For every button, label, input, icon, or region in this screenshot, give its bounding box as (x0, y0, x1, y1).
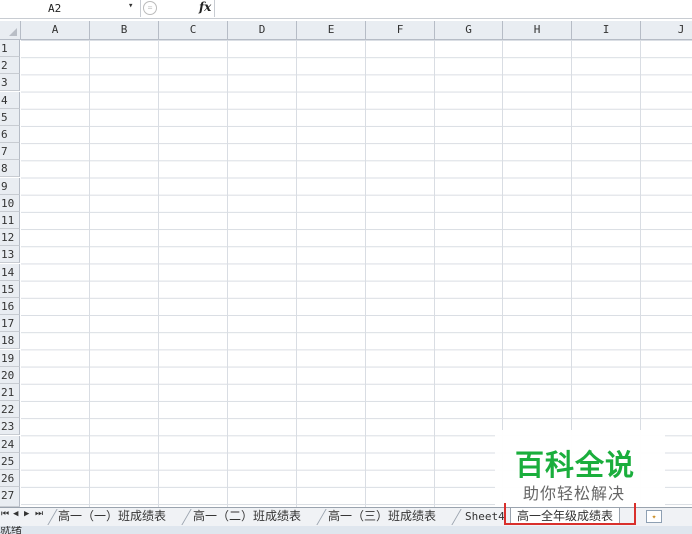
name-box-value[interactable]: A2 (48, 2, 61, 15)
row-header[interactable]: 20 (0, 366, 20, 384)
column-header-i[interactable]: I (572, 21, 641, 39)
watermark-logo: 百科全说 助你轻松解决 (495, 430, 665, 510)
formula-input[interactable] (215, 0, 692, 17)
row-header[interactable]: 27 (0, 487, 20, 507)
row-header[interactable]: 3 (0, 74, 20, 92)
row-header[interactable]: 18 (0, 332, 20, 350)
name-box[interactable]: A2 ▾ (0, 0, 141, 17)
column-header-h[interactable]: H (503, 21, 572, 39)
watermark-subtitle: 助你轻松解决 (523, 484, 626, 503)
tab-divider (316, 509, 327, 525)
row-header[interactable]: 11 (0, 212, 20, 229)
first-sheet-icon[interactable]: ⏮ (1, 509, 9, 519)
select-all-button[interactable] (0, 21, 21, 39)
row-header[interactable]: 23 (0, 418, 20, 436)
formula-bar: A2 ▾ = fx (0, 0, 692, 19)
grid-column-line (227, 40, 228, 507)
grid-column-line (434, 40, 435, 507)
row-header[interactable]: 24 (0, 435, 20, 453)
tab-sheet-class1[interactable]: 高一（一）班成绩表 (58, 508, 166, 525)
watermark-title: 百科全说 (515, 448, 636, 482)
grid-column-line (365, 40, 366, 507)
tab-divider (451, 509, 462, 525)
row-header[interactable]: 21 (0, 384, 20, 401)
tab-sheet4[interactable]: Sheet4 (465, 508, 505, 525)
row-header[interactable]: 4 (0, 91, 20, 109)
row-header[interactable]: 26 (0, 470, 20, 487)
insert-function-icon[interactable]: fx (199, 0, 211, 14)
row-header[interactable]: 19 (0, 349, 20, 367)
column-header-j[interactable]: J (641, 21, 692, 39)
column-header-c[interactable]: C (159, 21, 228, 39)
row-header[interactable]: 22 (0, 401, 20, 419)
row-header[interactable]: 9 (0, 177, 20, 195)
row-header[interactable]: 10 (0, 194, 20, 212)
column-header-e[interactable]: E (297, 21, 366, 39)
column-header-bar: A B C D E F G H I J (0, 21, 692, 40)
status-text: 就绪 (0, 526, 22, 534)
column-header-f[interactable]: F (366, 21, 435, 39)
previous-sheet-icon[interactable]: ◀ (13, 509, 18, 519)
row-header[interactable]: 1 (0, 40, 20, 57)
chevron-down-icon[interactable]: ▾ (128, 1, 133, 11)
tab-sheet-class3[interactable]: 高一（三）班成绩表 (328, 508, 436, 525)
row-header[interactable]: 17 (0, 315, 20, 333)
tab-sheet-class2[interactable]: 高一（二）班成绩表 (193, 508, 301, 525)
status-bar: 就绪 (0, 526, 692, 534)
row-header[interactable]: 8 (0, 160, 20, 178)
row-header[interactable]: 6 (0, 126, 20, 143)
row-header[interactable]: 7 (0, 143, 20, 161)
cancel-icon[interactable]: = (143, 1, 157, 15)
column-header-g[interactable]: G (435, 21, 503, 39)
row-header[interactable]: 13 (0, 246, 20, 264)
row-header[interactable]: 2 (0, 57, 20, 75)
tab-divider (181, 509, 192, 525)
row-header[interactable]: 5 (0, 108, 20, 126)
select-all-triangle-icon (9, 28, 17, 36)
column-header-d[interactable]: D (228, 21, 297, 39)
grid-column-line (89, 40, 90, 507)
row-header[interactable]: 25 (0, 452, 20, 470)
next-sheet-icon[interactable]: ▶ (24, 509, 29, 519)
column-header-a[interactable]: A (21, 21, 90, 39)
grid-column-line (296, 40, 297, 507)
last-sheet-icon[interactable]: ⏭ (35, 509, 43, 519)
row-header[interactable]: 14 (0, 263, 20, 281)
active-tab-highlight (504, 503, 636, 525)
column-header-b[interactable]: B (90, 21, 159, 39)
row-header[interactable]: 12 (0, 229, 20, 247)
row-header[interactable]: 15 (0, 280, 20, 298)
row-header[interactable]: 16 (0, 298, 20, 315)
tab-divider (47, 509, 58, 525)
insert-worksheet-icon[interactable]: ✦ (646, 510, 662, 523)
grid-column-line (158, 40, 159, 507)
